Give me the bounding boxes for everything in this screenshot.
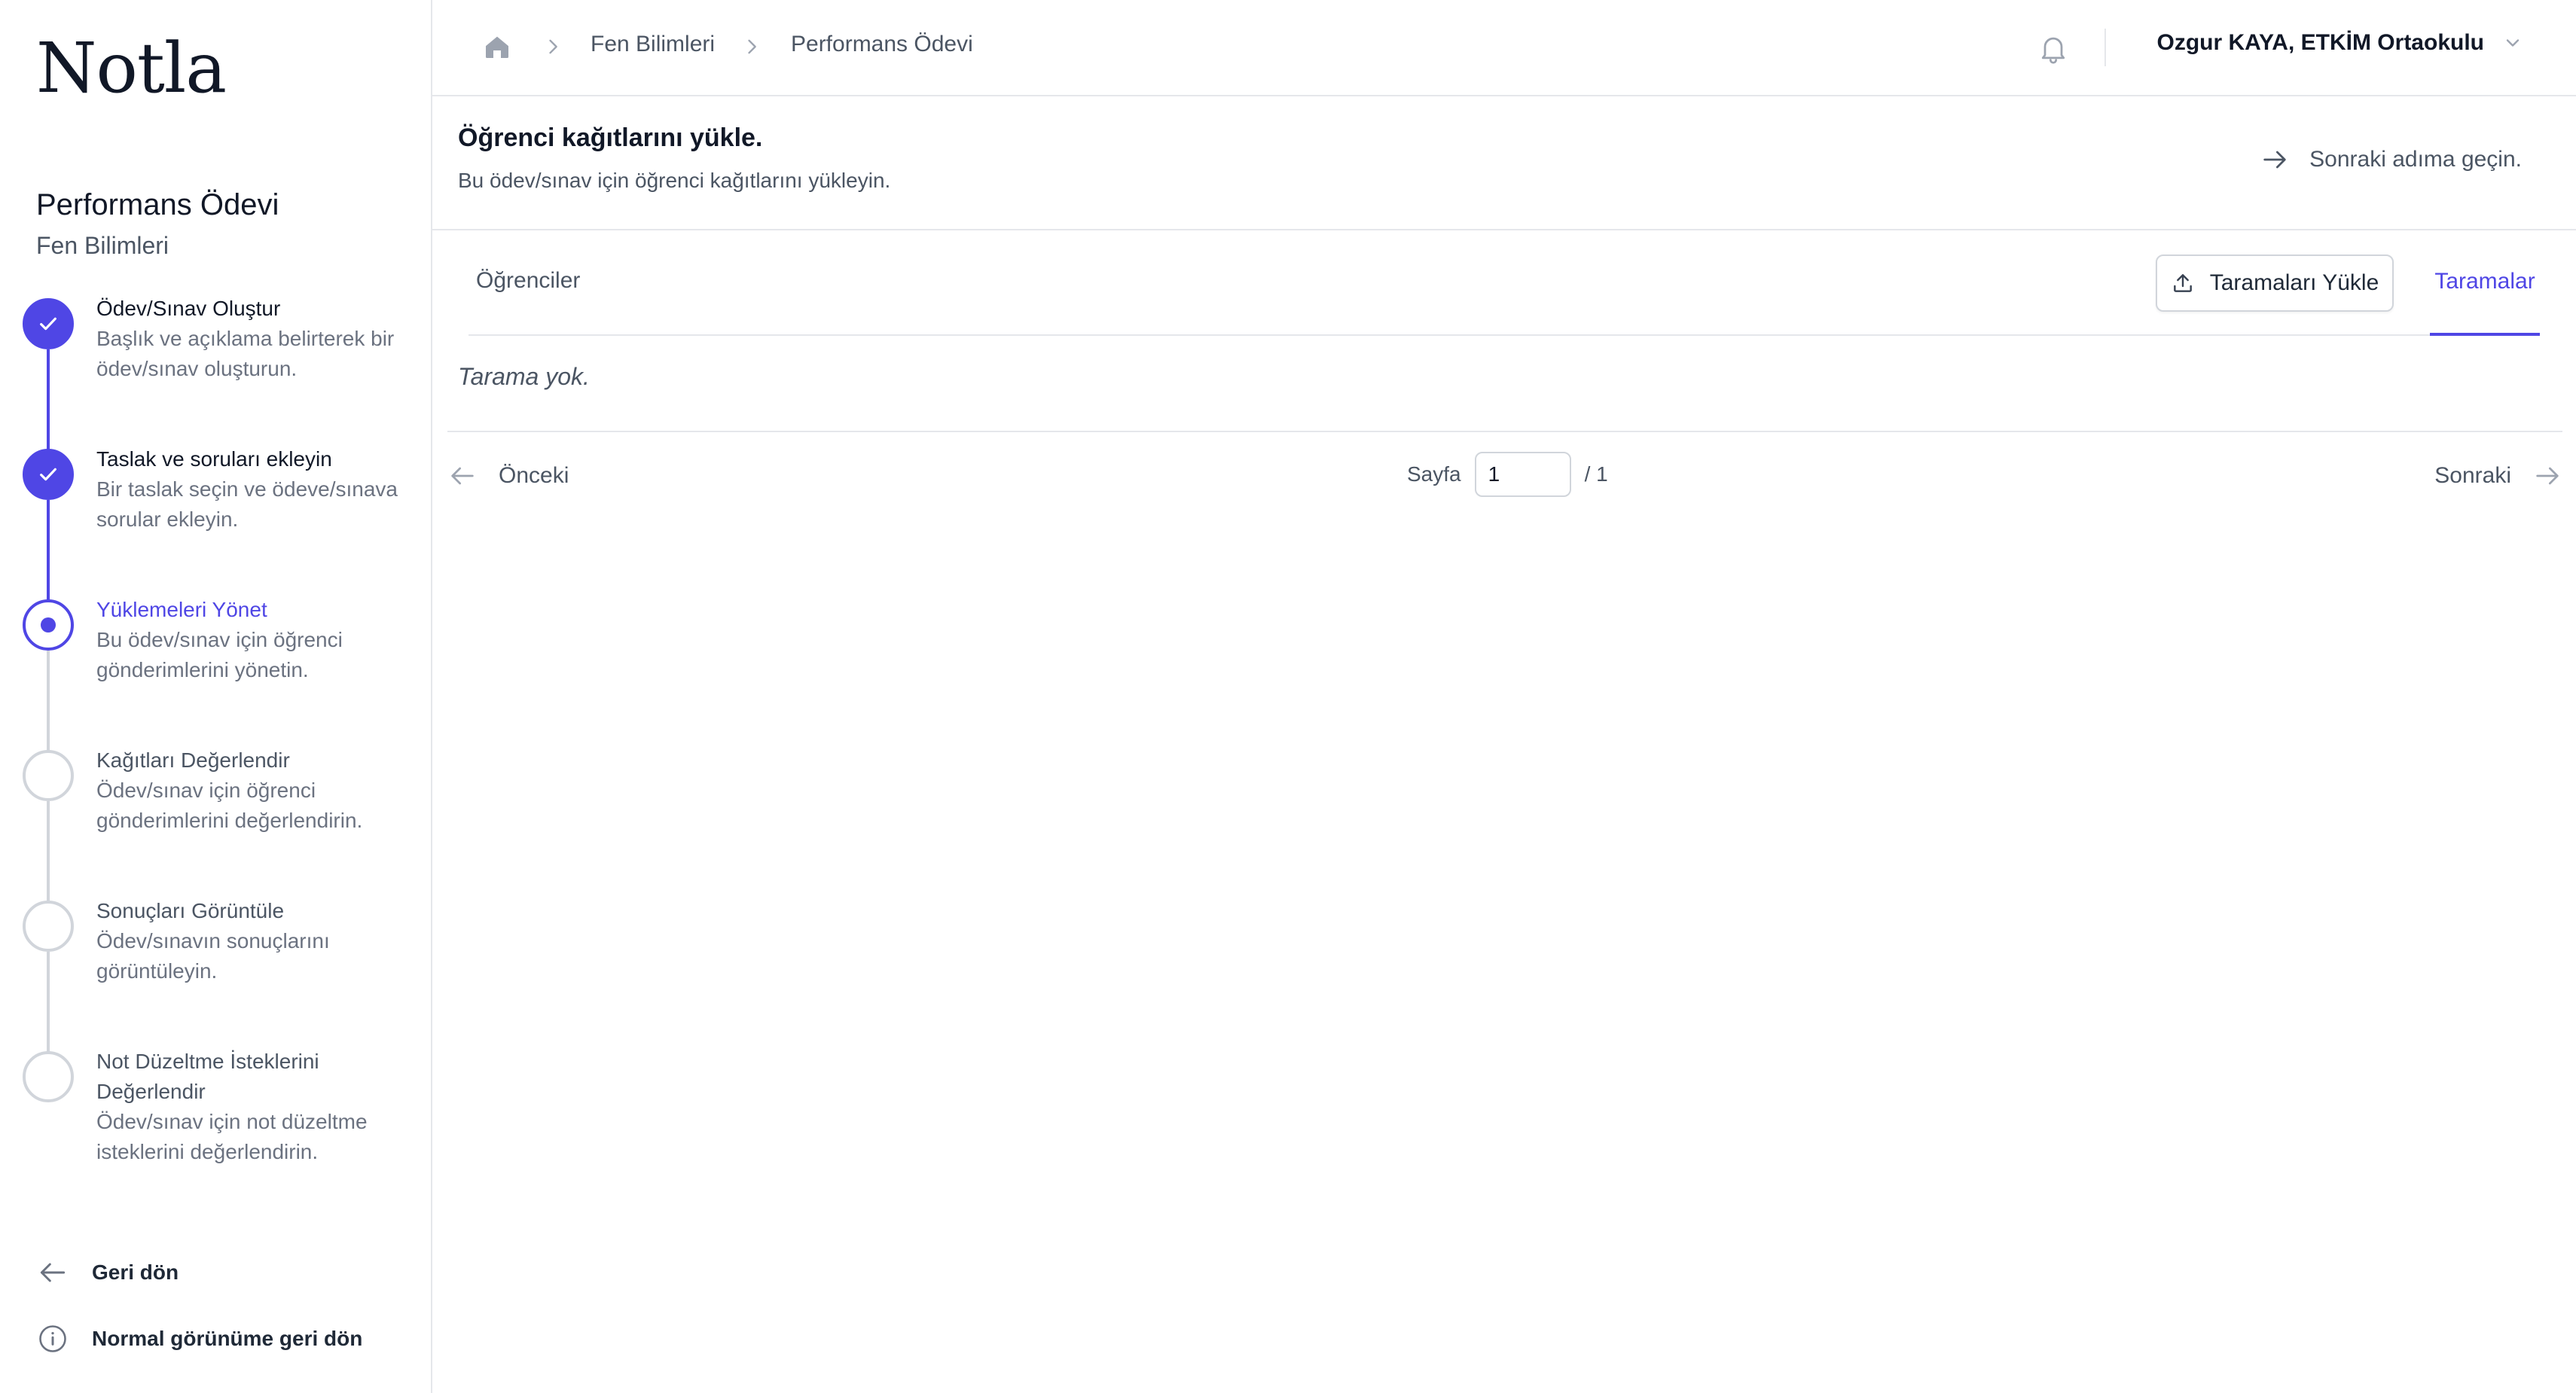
chevron-down-icon (2506, 39, 2520, 47)
next-step-label: Sonraki adıma geçin. (2309, 147, 2522, 172)
step-4[interactable]: Kağıtları Değerlendir Ödev/sınav için öğ… (96, 745, 413, 836)
step-6-description: Ödev/sınav için not düzeltme isteklerini… (96, 1110, 368, 1163)
arrow-left-icon (451, 467, 474, 485)
bell-icon[interactable] (2037, 32, 2070, 69)
app-root: Notla Performans Ödevi Fen Bilimleri Öde… (0, 0, 2576, 1393)
section-header: Öğrenci kağıtlarını yükle. Bu ödev/sınav… (432, 96, 2576, 230)
total-pages: / 1 (1584, 462, 1608, 486)
step-1-check-icon[interactable] (23, 298, 74, 349)
tab-bar: Öğrenciler Taramaları Yükle Taramalar (469, 230, 2540, 336)
step-3-current-icon[interactable] (23, 599, 74, 651)
content-divider (447, 431, 2562, 432)
step-1-title: Ödev/Sınav Oluştur (96, 297, 281, 320)
step-4-upcoming-icon[interactable] (23, 750, 74, 801)
step-connector (47, 801, 50, 904)
chevron-right-icon (542, 36, 563, 61)
step-4-description: Ödev/sınav için öğrenci gönderimlerini d… (96, 779, 363, 832)
info-icon (39, 1325, 66, 1352)
step-5[interactable]: Sonuçları Görüntüle Ödev/sınavın sonuçla… (96, 896, 413, 986)
upload-scans-label: Taramaları Yükle (2209, 270, 2379, 295)
upload-scans-button[interactable]: Taramaları Yükle (2156, 255, 2394, 312)
step-2-check-icon[interactable] (23, 449, 74, 500)
step-connector (47, 500, 50, 602)
arrow-left-icon (40, 1263, 66, 1282)
step-5-upcoming-icon[interactable] (23, 901, 74, 952)
step-1-description: Başlık ve açıklama belirterek bir ödev/s… (96, 327, 395, 380)
back-link-label: Geri dön (92, 1260, 179, 1284)
sidebar: Notla Performans Ödevi Fen Bilimleri Öde… (0, 0, 432, 1393)
breadcrumb-course[interactable]: Fen Bilimleri (591, 32, 715, 57)
tab-scans-label: Taramalar (2434, 269, 2535, 294)
next-step-link[interactable]: Sonraki adıma geçin. (2260, 145, 2522, 175)
header-divider (2104, 29, 2106, 66)
arrow-right-icon (2536, 467, 2559, 485)
step-6-title: Not Düzeltme İsteklerini Değerlendir (96, 1050, 319, 1103)
step-3[interactable]: Yüklemeleri Yönet Bu ödev/sınav için öğr… (96, 595, 413, 685)
assignment-title: Performans Ödevi (36, 188, 279, 221)
prev-page-label: Önceki (499, 463, 569, 488)
chevron-right-icon (741, 36, 762, 61)
tab-students[interactable]: Öğrenciler (476, 268, 580, 294)
section-title: Öğrenci kağıtlarını yükle. (458, 123, 763, 152)
next-page-link[interactable]: Sonraki (2434, 461, 2562, 491)
normal-view-label: Normal görünüme geri dön (92, 1327, 363, 1350)
step-1[interactable]: Ödev/Sınav Oluştur Başlık ve açıklama be… (96, 294, 413, 384)
step-connector (47, 952, 50, 1054)
step-3-description: Bu ödev/sınav için öğrenci gönderimlerin… (96, 628, 343, 681)
arrow-right-icon (2263, 151, 2286, 169)
tab-scans[interactable]: Taramalar (2430, 230, 2540, 336)
step-6[interactable]: Not Düzeltme İsteklerini Değerlendir Öde… (96, 1047, 398, 1167)
step-2-description: Bir taslak seçin ve ödeve/sınava sorular… (96, 477, 398, 531)
page-control: Sayfa / 1 (1407, 452, 1608, 497)
step-4-title: Kağıtları Değerlendir (96, 748, 290, 772)
step-connector (47, 349, 50, 452)
section-description: Bu ödev/sınav için öğrenci kağıtlarını y… (458, 169, 891, 192)
home-icon[interactable] (482, 32, 512, 66)
step-3-title: Yüklemeleri Yönet (96, 598, 267, 621)
user-name: Ozgur KAYA, ETKİM Ortaokulu (2156, 30, 2484, 55)
normal-view-link[interactable]: Normal görünüme geri dön (36, 1322, 362, 1355)
top-header: Fen Bilimleri Performans Ödevi Ozgur KAY… (432, 0, 2576, 96)
upload-icon (2173, 274, 2192, 292)
breadcrumb-assignment[interactable]: Performans Ödevi (791, 32, 973, 57)
page-label: Sayfa (1407, 462, 1461, 486)
prev-page-link[interactable]: Önceki (447, 461, 569, 491)
step-2-title: Taslak ve soruları ekleyin (96, 447, 332, 471)
step-5-description: Ödev/sınavın sonuçlarını görüntüleyin. (96, 929, 330, 983)
page-number-input[interactable] (1474, 452, 1571, 497)
back-link[interactable]: Geri dön (36, 1256, 179, 1289)
step-2[interactable]: Taslak ve soruları ekleyin Bir taslak se… (96, 444, 413, 535)
next-page-label: Sonraki (2434, 463, 2511, 488)
step-5-title: Sonuçları Görüntüle (96, 899, 285, 922)
empty-state-text: Tarama yok. (458, 363, 590, 390)
step-6-upcoming-icon[interactable] (23, 1051, 74, 1102)
user-menu[interactable]: Ozgur KAYA, ETKİM Ortaokulu (2156, 30, 2523, 56)
course-name: Fen Bilimleri (36, 232, 169, 259)
app-logo[interactable]: Notla (36, 30, 227, 106)
step-connector (47, 651, 50, 753)
